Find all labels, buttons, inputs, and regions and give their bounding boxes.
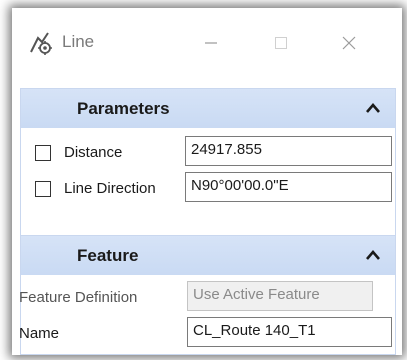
window-title: Line	[62, 32, 95, 51]
line-direction-label: Line Direction	[64, 180, 156, 197]
parameters-panel: Parameters Distance 24917.855 Line Direc…	[20, 88, 396, 240]
name-row: Name CL_Route 140_T1	[19, 317, 395, 353]
feature-title: Feature	[77, 245, 139, 265]
distance-label: Distance	[64, 144, 123, 161]
name-field[interactable]: CL_Route 140_T1	[187, 317, 392, 347]
line-direction-field[interactable]: N90°00'00.0"E	[185, 172, 392, 202]
feature-panel: Feature Feature Definition Use Active Fe…	[19, 235, 396, 355]
parameters-header[interactable]: Parameters	[21, 89, 395, 128]
line-tool-icon	[28, 30, 54, 56]
distance-row: Distance 24917.855	[21, 136, 395, 172]
close-icon[interactable]	[332, 26, 366, 60]
chevron-up-icon[interactable]	[365, 101, 381, 115]
distance-checkbox[interactable]	[35, 145, 51, 161]
line-dialog: Line Parameters Distance 24917.855 Line …	[12, 8, 402, 355]
feature-header[interactable]: Feature	[21, 236, 395, 275]
distance-field[interactable]: 24917.855	[185, 136, 392, 166]
parameters-title: Parameters	[77, 98, 170, 118]
line-direction-row: Line Direction N90°00'00.0"E	[21, 172, 395, 208]
name-label: Name	[19, 325, 60, 342]
feature-definition-row: Feature Definition Use Active Feature	[19, 281, 395, 317]
feature-definition-field: Use Active Feature	[187, 281, 373, 311]
maximize-icon[interactable]	[264, 26, 298, 60]
minimize-icon[interactable]	[194, 26, 228, 60]
chevron-up-icon[interactable]	[365, 248, 381, 262]
line-direction-checkbox[interactable]	[35, 181, 51, 197]
feature-definition-label: Feature Definition	[19, 289, 138, 306]
title-bar[interactable]: Line	[12, 8, 402, 78]
